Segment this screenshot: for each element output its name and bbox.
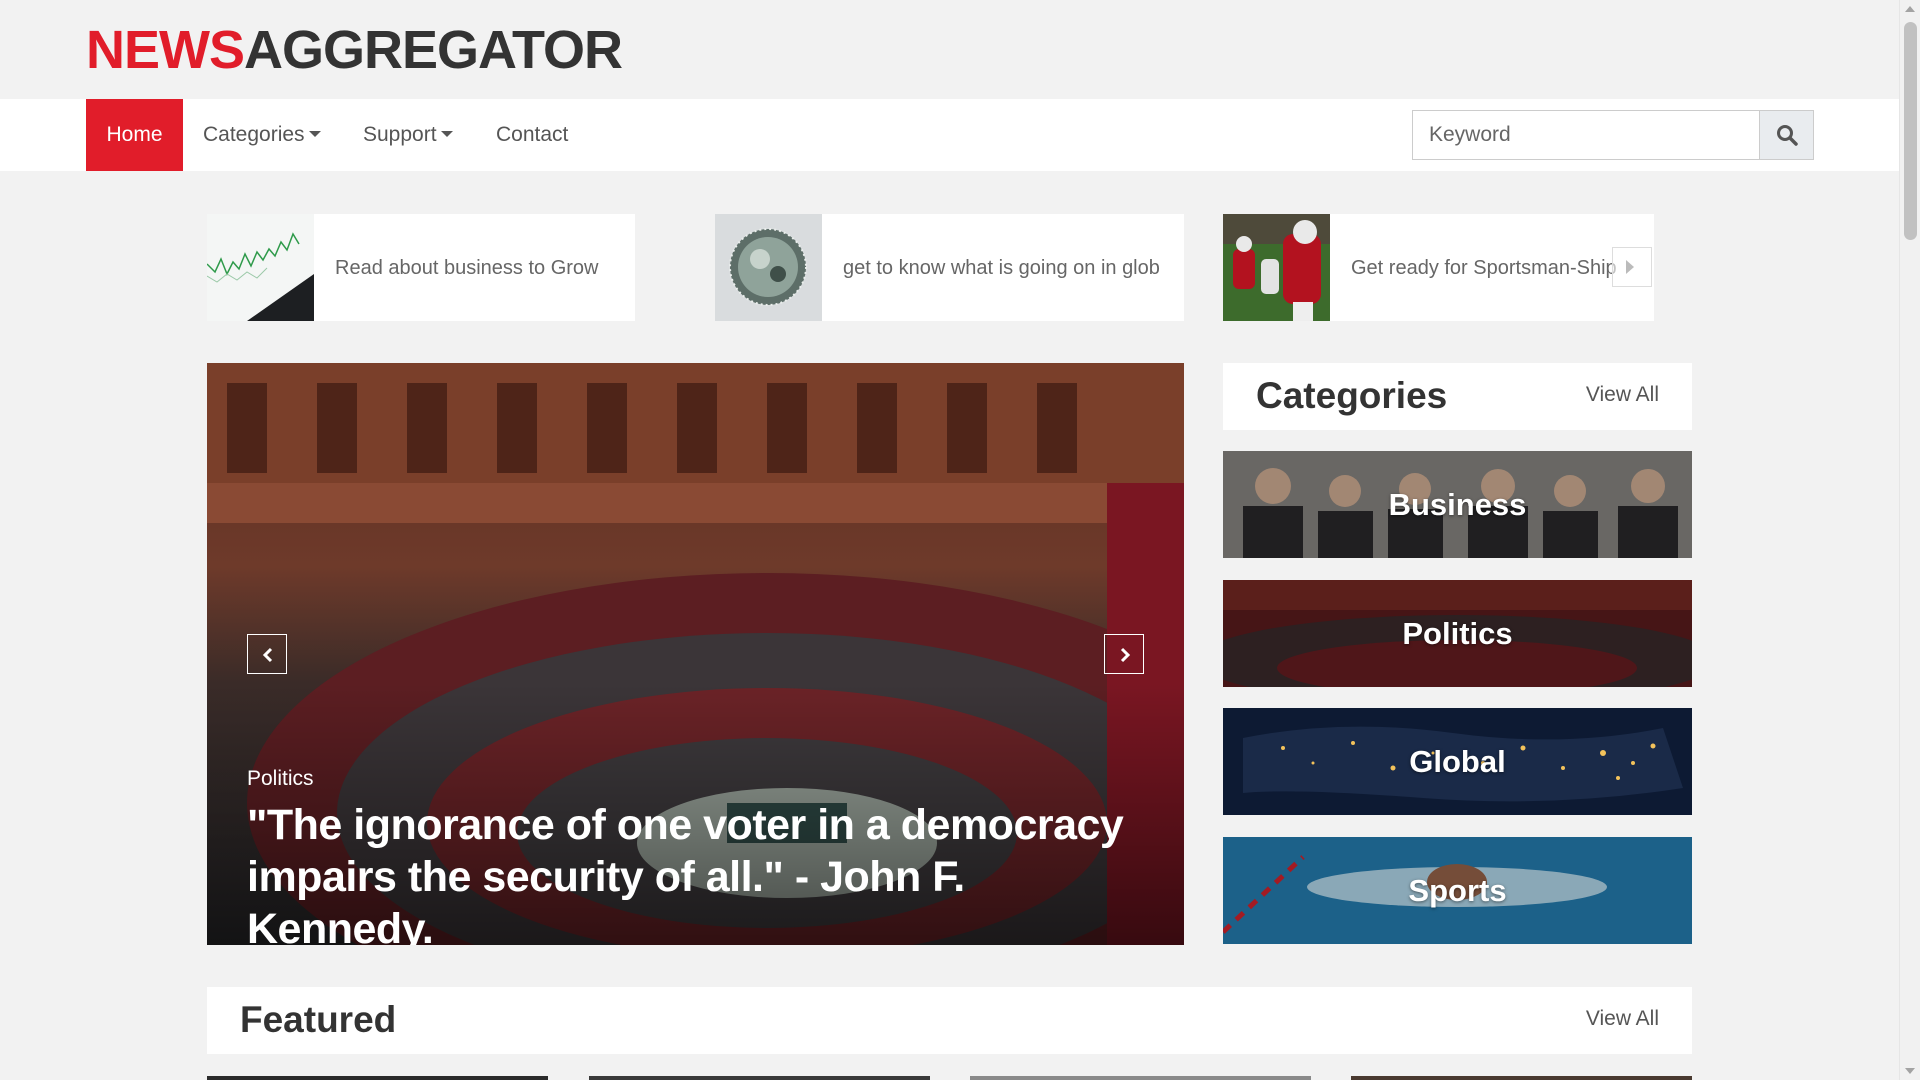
categories-title: Categories [1256, 375, 1448, 416]
story-thumbnail-chart [207, 214, 314, 321]
main-navbar: Home Categories Support Contact [0, 99, 1899, 171]
search-icon [1777, 125, 1798, 146]
category-card-business[interactable]: Business [1223, 451, 1692, 558]
nav-support-label: Support [363, 123, 437, 146]
nav-categories-label: Categories [203, 123, 305, 146]
chevron-right-icon [1120, 647, 1131, 663]
top-story-global[interactable]: get to know what is going on in glob [715, 214, 1184, 321]
search-button[interactable] [1759, 111, 1813, 159]
search-input[interactable] [1413, 111, 1759, 159]
story-thumbnail-football [1223, 214, 1330, 321]
site-logo[interactable]: NEWSAGGREGATOR [86, 20, 623, 80]
scroll-up-arrow-icon[interactable] [1905, 6, 1915, 12]
category-label: Business [1388, 487, 1527, 522]
category-label: Sports [1408, 873, 1507, 908]
nav-support-dropdown[interactable]: Support [363, 99, 453, 171]
category-card-sports[interactable]: Sports [1223, 837, 1692, 944]
category-card-global[interactable]: Global [1223, 708, 1692, 815]
hero-title[interactable]: "The ignorance of one voter in a democra… [247, 799, 1147, 945]
nav-home[interactable]: Home [86, 99, 183, 171]
featured-thumbnail[interactable] [589, 1076, 930, 1080]
category-label: Global [1409, 744, 1506, 779]
featured-header: Featured View All [207, 987, 1692, 1054]
story-title: get to know what is going on in glob [843, 256, 1160, 279]
logo-news: NEWS [86, 20, 245, 80]
scroll-down-arrow-icon[interactable] [1905, 1068, 1915, 1074]
search-form [1412, 110, 1814, 160]
hero-next-button[interactable] [1104, 634, 1144, 674]
top-story-sports[interactable]: Get ready for Sportsman-Ship [1223, 214, 1654, 321]
hero-slider[interactable]: Politics "The ignorance of one voter in … [207, 363, 1184, 945]
story-thumbnail-globe [715, 214, 822, 321]
featured-thumbnail[interactable] [1351, 1076, 1692, 1080]
scrollbar-thumb[interactable] [1904, 22, 1917, 240]
caret-down-icon [308, 130, 321, 137]
logo-aggregator: AGGREGATOR [244, 20, 623, 80]
story-title: Get ready for Sportsman-Ship [1351, 256, 1617, 279]
featured-title: Featured [240, 999, 397, 1040]
category-label: Politics [1402, 616, 1513, 651]
caret-down-icon [440, 130, 453, 137]
chevron-left-icon [262, 647, 273, 663]
featured-thumbnail[interactable] [207, 1076, 548, 1080]
arrow-right-icon [1626, 260, 1634, 274]
page-scrollbar[interactable] [1899, 0, 1920, 1080]
top-story-business[interactable]: Read about business to Grow [207, 214, 635, 321]
story-title: Read about business to Grow [335, 256, 599, 279]
nav-categories-dropdown[interactable]: Categories [203, 99, 321, 171]
category-card-politics[interactable]: Politics [1223, 580, 1692, 687]
hero-category[interactable]: Politics [247, 767, 314, 791]
nav-contact[interactable]: Contact [496, 99, 568, 171]
categories-view-all-link[interactable]: View All [1586, 383, 1659, 407]
featured-view-all-link[interactable]: View All [1586, 1007, 1659, 1031]
categories-header: Categories View All [1223, 363, 1692, 430]
stories-next-button[interactable] [1612, 247, 1652, 287]
featured-thumbnail[interactable] [970, 1076, 1311, 1080]
hero-prev-button[interactable] [247, 634, 287, 674]
